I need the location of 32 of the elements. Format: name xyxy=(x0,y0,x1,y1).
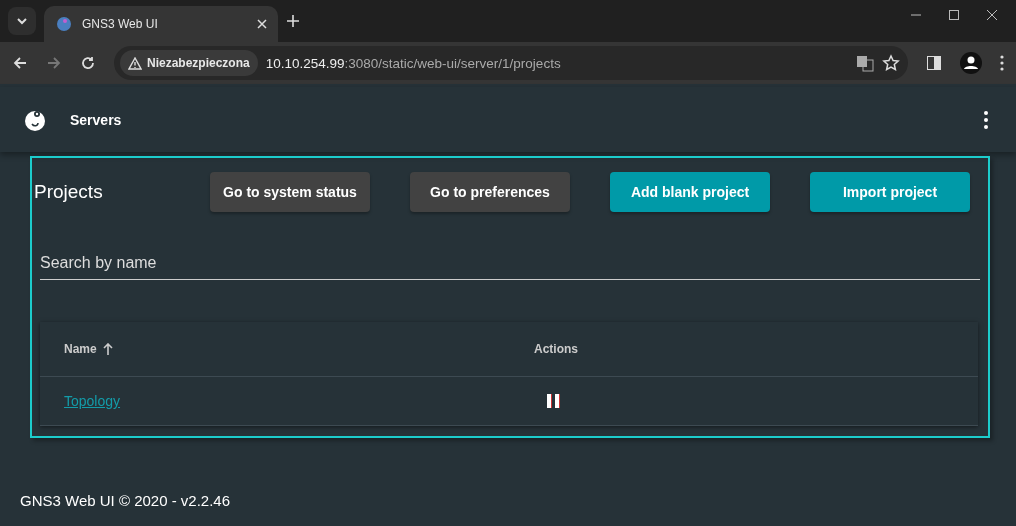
star-icon[interactable] xyxy=(882,54,900,72)
chevron-down-icon xyxy=(16,15,28,27)
tab-title: GNS3 Web UI xyxy=(82,17,159,31)
menu-icon[interactable] xyxy=(984,110,988,129)
translate-icon[interactable] xyxy=(856,54,874,72)
warning-icon xyxy=(128,56,142,70)
browser-tab[interactable]: GNS3 Web UI xyxy=(44,6,278,42)
reload-icon[interactable] xyxy=(80,55,96,71)
profile-icon[interactable] xyxy=(960,52,982,74)
column-header[interactable]: Actions xyxy=(534,342,578,356)
project-link[interactable]: Topology xyxy=(64,393,121,409)
column-header[interactable]: Name xyxy=(64,342,97,356)
forward-icon[interactable] xyxy=(46,55,62,71)
maximize-icon[interactable] xyxy=(948,9,960,21)
back-icon[interactable] xyxy=(12,55,28,71)
side-panel-icon[interactable] xyxy=(926,55,942,71)
pause-icon[interactable] xyxy=(546,394,560,408)
menu-icon[interactable] xyxy=(1000,55,1004,71)
close-icon[interactable] xyxy=(986,9,998,21)
search-field[interactable]: Search by name xyxy=(40,248,980,280)
action-button[interactable]: Go to system status xyxy=(210,172,370,212)
action-button[interactable]: Go to preferences xyxy=(410,172,570,212)
header-title: Servers xyxy=(70,111,123,128)
tab-search-button[interactable] xyxy=(8,7,36,35)
footer-text: GNS3 Web UI © 2020 - v2.2.46 xyxy=(20,492,231,509)
url-path: :3080/static/web-ui/server/1/projects xyxy=(344,55,562,71)
new-tab-icon[interactable] xyxy=(286,14,300,28)
url-host: 10.10.254.99 xyxy=(265,55,345,71)
address-bar[interactable]: Niezabezpieczona 10.10.254.99:3080/static/web-ui/server/1/projects xyxy=(114,46,908,80)
close-icon[interactable] xyxy=(256,18,268,30)
security-chip[interactable]: Niezabezpieczona xyxy=(120,50,258,76)
page-title: Projects xyxy=(34,181,104,203)
